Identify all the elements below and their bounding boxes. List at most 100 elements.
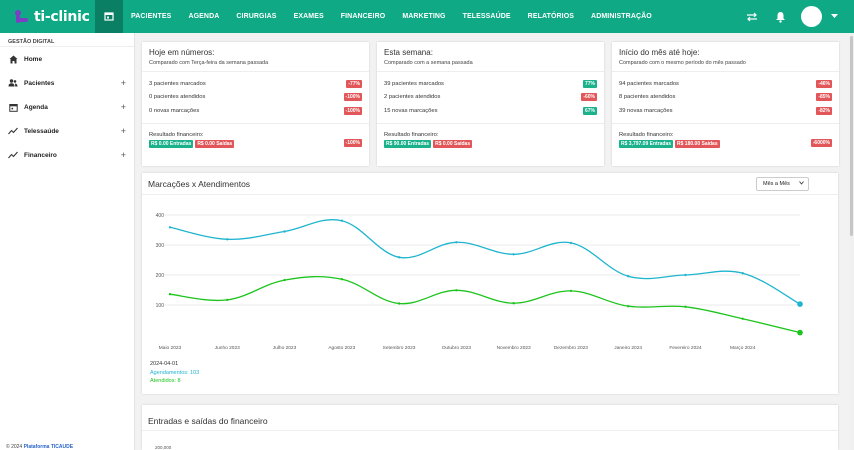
expand-icon[interactable]: + [121,102,126,112]
nav-financeiro[interactable]: FINANCEIRO [341,13,386,20]
stat-row: 0 pacientes atendidos -100% [142,91,369,105]
data-point[interactable] [797,301,803,307]
data-point[interactable] [569,289,573,293]
percent-badge: 77% [582,79,597,88]
expand-icon[interactable]: + [121,126,126,136]
y-tick-label: 400 [156,213,165,219]
sidebar-item-home[interactable]: Home [0,47,134,71]
sidebar-item-label: Pacientes [24,79,55,87]
entradas-badge: R$ 90.00 Entradas [384,139,432,148]
expand-icon[interactable]: + [121,150,126,160]
percent-badge: -85% [816,93,832,102]
stat-label: 15 novas marcações [384,107,438,114]
data-point[interactable] [455,289,458,292]
data-point[interactable] [684,305,687,308]
data-point[interactable] [340,278,344,281]
data-point[interactable] [340,219,344,222]
data-point[interactable] [626,305,630,308]
stat-row: 8 pacientes atendidos -85% [612,91,839,105]
sidebar-item-label: Financeiro [24,151,57,159]
logo-icon [14,9,30,25]
data-point[interactable] [455,241,458,244]
y-tick-label: 200,000 [155,445,172,450]
x-tick-label: Junho 2023 [215,345,240,351]
data-point[interactable] [626,275,630,278]
scrollbar-thumb[interactable] [850,36,853,236]
footer-link[interactable]: Plataforma TICAUDE [24,444,73,450]
nav-relatorios[interactable]: RELATÓRIOS [528,13,574,20]
card-title: Esta semana: [384,48,433,57]
data-point[interactable] [283,230,286,233]
nav-marketing[interactable]: MARKETING [402,13,445,20]
stat-row: 0 novas marcações -100% [142,104,369,118]
line-chart[interactable]: 100 200 300 400 Maio 2023 Junho 2023 Julho 20… [142,195,838,355]
chart-card: Marcações x Atendimentos Mês a Mês 100 20… [142,173,838,394]
series-line [169,276,801,334]
nav-cirurgias[interactable]: CIRURGIAS [236,13,276,20]
percent-badge: -82% [816,106,832,115]
chart-title: Marcações x Atendimentos [148,178,251,189]
stat-card-today: Hoje em números: Comparado com Terça-fei… [142,42,369,166]
stat-row: 39 novas marcações -82% [612,104,839,118]
data-point[interactable] [168,226,172,229]
data-point[interactable] [512,302,515,305]
data-point[interactable] [397,256,401,259]
stat-row: 94 pacientes marcados -46% [612,77,839,91]
data-point[interactable] [226,238,229,241]
saidas-badge: R$ 0.00 Saídas [433,139,473,148]
data-point[interactable] [741,317,744,320]
nav-administracao[interactable]: ADMINISTRAÇÃO [591,13,652,20]
y-tick-label: 200 [156,273,165,279]
switch-icon[interactable] [745,10,759,24]
data-point[interactable] [168,293,172,296]
footer-text: © 2024 [6,444,24,450]
stat-label: 3 pacientes marcados [149,80,206,87]
data-point[interactable] [741,272,744,275]
nav-exames[interactable]: EXAMES [294,13,324,20]
chart-tooltip: 2024-04-01 Agendamentos: 103 Atendidos: … [150,360,199,386]
data-point[interactable] [226,298,229,302]
card-title: Início do mês até hoje: [619,48,700,57]
financial-percent-badge: -100% [343,138,362,147]
expand-icon[interactable]: + [121,78,126,88]
financial-card-title: Entradas e saídas do financeiro [148,416,268,426]
card-subtitle: Comparado com a semana passada [384,60,473,66]
stat-row: 15 novas marcações 67% [377,104,604,118]
data-point[interactable] [569,241,573,245]
x-tick-label: Outubro 2023 [442,345,472,351]
percent-badge: 67% [582,106,597,115]
x-tick-label: Maio 2023 [159,345,182,351]
calendar-icon [8,102,18,112]
chevron-down-icon [799,180,804,187]
bell-icon[interactable] [773,10,787,24]
sidebar-item-agenda[interactable]: Agenda + [0,95,134,119]
calendar-icon [104,8,114,26]
stat-card-month: Início do mês até hoje: Comparado com o … [612,42,839,166]
data-point[interactable] [283,278,286,282]
top-bar: ti-clinic PACIENTES AGENDA CIRURGIAS EXA… [0,0,854,33]
chevron-down-icon[interactable] [828,14,840,19]
sidebar-item-telessaude[interactable]: Telessaúde + [0,119,134,143]
calendar-button[interactable] [95,0,123,33]
data-point[interactable] [684,273,687,277]
sidebar-item-financeiro[interactable]: Financeiro + [0,143,134,167]
x-tick-label: Março 2024 [730,345,756,351]
nav-telessaude[interactable]: TELESSAÚDE [463,13,511,20]
sidebar-item-label: Home [24,55,43,63]
period-select[interactable]: Mês a Mês [756,176,809,191]
sidebar-item-pacientes[interactable]: Pacientes + [0,71,134,95]
stat-card-week: Esta semana: Comparado com a semana pass… [377,42,604,166]
financial-result: Resultado financeiro: R$ 0.00 Entradas R… [142,122,369,148]
data-point[interactable] [512,253,515,256]
financial-label: Resultado financeiro: [384,131,439,138]
x-tick-label: Fevereiro 2024 [669,345,702,351]
nav-agenda[interactable]: AGENDA [188,13,219,20]
financial-result: Resultado financeiro: R$ 90.00 Entradas … [377,122,604,148]
stat-row: 3 pacientes marcados -77% [142,77,369,91]
nav-pacientes[interactable]: PACIENTES [131,13,171,20]
brand-logo[interactable]: ti-clinic [0,0,95,33]
data-point[interactable] [797,329,803,336]
saidas-badge: R$ 180.00 Saídas [675,139,720,148]
avatar[interactable] [801,6,822,27]
data-point[interactable] [397,302,401,305]
